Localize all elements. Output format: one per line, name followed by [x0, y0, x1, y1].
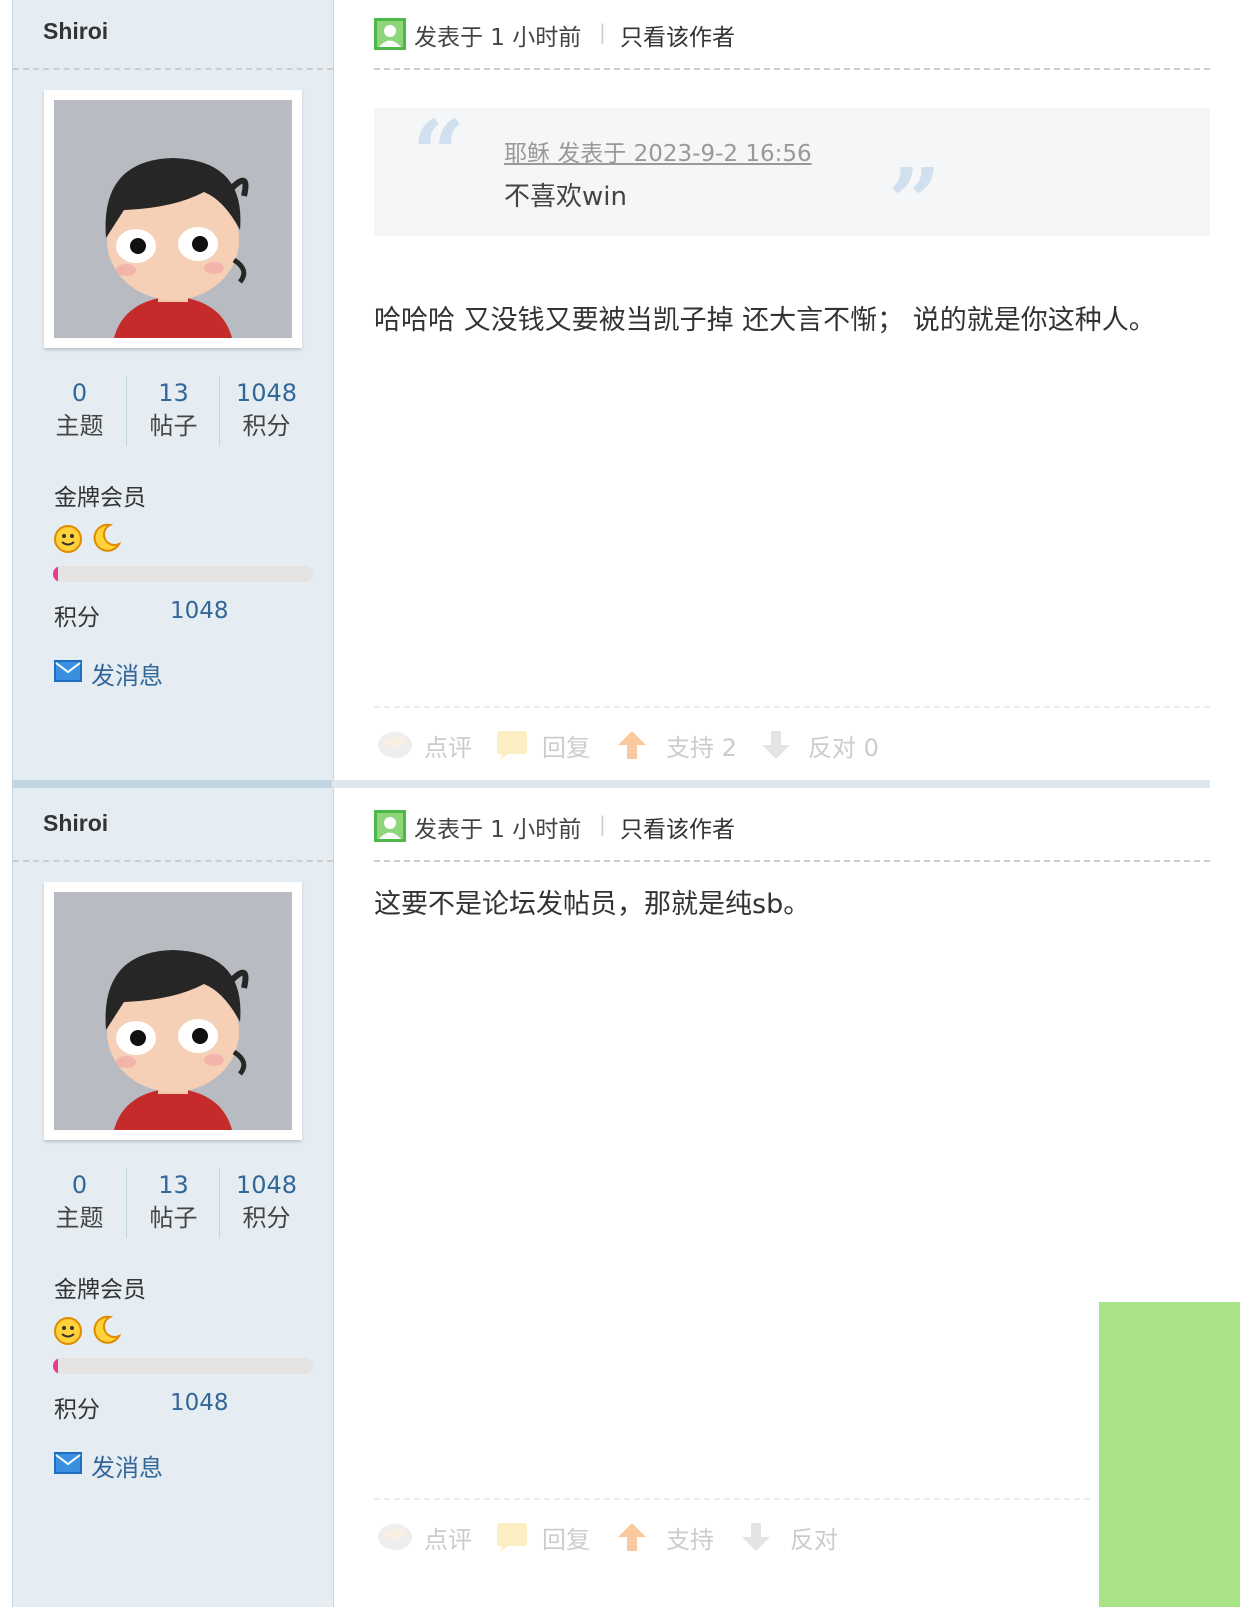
username[interactable]: Shiroi	[43, 18, 108, 45]
user-rank: 金牌会员	[54, 485, 146, 511]
post-2: Shiroi 0 主题 13 帖子 1048 积分 金牌会员 积分 1048 发…	[0, 792, 1240, 1607]
user-profile-panel: Shiroi 0 主题 13 帖子 1048 积分 金牌会员 积分 1048 发…	[12, 792, 334, 1607]
thumb-down-arrow-icon	[762, 731, 790, 759]
support-label: 支持 2	[666, 734, 737, 762]
view-author-only-link[interactable]: 只看该作者	[620, 18, 735, 52]
floating-ad-banner[interactable]	[1099, 1302, 1240, 1607]
credit-label: 积分	[54, 605, 100, 631]
stat-credits[interactable]: 1048 积分	[219, 376, 313, 446]
view-author-only-link[interactable]: 只看该作者	[620, 810, 735, 844]
user-stats: 0 主题 13 帖子 1048 积分	[33, 376, 313, 446]
reply-icon	[497, 731, 527, 760]
meta-separator: |	[599, 20, 606, 44]
level-progress-bar	[53, 566, 313, 582]
level-progress-fill	[53, 566, 59, 582]
stat-posts-label: 帖子	[149, 1204, 198, 1232]
user-rank: 金牌会员	[54, 1277, 146, 1303]
divider	[13, 860, 333, 862]
quote-text: 不喜欢win	[504, 182, 627, 212]
user-online-icon	[374, 18, 406, 50]
comment-label: 点评	[424, 734, 472, 762]
post-body: 哈哈哈 又没钱又要被当凯子掉 还大言不惭； 说的就是你这种人。	[374, 305, 1156, 336]
stat-credits-value: 1048	[235, 379, 298, 407]
envelope-icon	[54, 660, 82, 682]
avatar[interactable]	[44, 90, 302, 348]
send-message-label: 发消息	[91, 1454, 163, 1482]
smiley-icon	[53, 1314, 85, 1346]
stat-threads[interactable]: 0 主题	[33, 376, 126, 446]
stat-posts-label: 帖子	[149, 412, 198, 440]
avatar[interactable]	[44, 882, 302, 1140]
oppose-label: 反对	[790, 1526, 838, 1554]
credit-value[interactable]: 1048	[170, 598, 229, 624]
meta-separator: |	[599, 812, 606, 836]
stat-credits-value: 1048	[235, 1171, 298, 1199]
quote-block: “ 耶稣 发表于 2023-9-2 16:56 不喜欢win ”	[374, 100, 1210, 248]
user-profile-panel: Shiroi 0 主题 13 帖子 1048 积分 金牌会员 积分 1048 发…	[12, 0, 334, 792]
stat-threads-value: 0	[71, 379, 88, 407]
comment-icon	[378, 1524, 412, 1550]
username[interactable]: Shiroi	[43, 810, 108, 837]
stat-credits-label: 积分	[242, 412, 291, 440]
stat-credits[interactable]: 1048 积分	[219, 1168, 313, 1238]
divider	[374, 860, 1210, 862]
rank-icons	[53, 522, 122, 554]
divider	[13, 68, 333, 70]
post-1: Shiroi 0 主题 13 帖子 1048 积分 金牌会员 积分 1048 发…	[0, 0, 1240, 792]
support-label: 支持	[666, 1526, 714, 1554]
close-quote-icon: ”	[888, 148, 941, 256]
credit-label: 积分	[54, 1397, 100, 1423]
thumb-up-arrow-icon	[618, 1523, 646, 1551]
open-quote-icon: “	[412, 100, 465, 208]
credit-value[interactable]: 1048	[170, 1390, 229, 1416]
stat-threads[interactable]: 0 主题	[33, 1168, 126, 1238]
reply-label: 回复	[542, 1526, 590, 1554]
smiley-icon	[53, 522, 85, 554]
comment-label: 点评	[424, 1526, 472, 1554]
posted-time: 发表于 1 小时前	[414, 817, 582, 843]
thumb-down-arrow-icon	[742, 1523, 770, 1551]
stat-posts[interactable]: 13 帖子	[126, 376, 220, 446]
avatar-image	[54, 892, 292, 1130]
avatar-image	[54, 100, 292, 338]
level-progress-fill	[53, 1358, 59, 1374]
stat-posts-value: 13	[158, 379, 189, 407]
user-stats: 0 主题 13 帖子 1048 积分	[33, 1168, 313, 1238]
envelope-icon	[54, 1452, 82, 1474]
quote-source-link[interactable]: 耶稣 发表于 2023-9-2 16:56	[504, 134, 812, 168]
stat-credits-label: 积分	[242, 1204, 291, 1232]
user-online-icon	[374, 810, 406, 842]
reply-icon	[497, 1523, 527, 1552]
divider	[374, 68, 1210, 70]
reply-label: 回复	[542, 734, 590, 762]
stat-posts[interactable]: 13 帖子	[126, 1168, 220, 1238]
thumb-up-arrow-icon	[618, 731, 646, 759]
divider	[374, 1498, 1090, 1500]
moon-icon	[90, 522, 122, 554]
rank-icons	[53, 1314, 122, 1346]
comment-icon	[378, 732, 412, 758]
stat-posts-value: 13	[158, 1171, 189, 1199]
level-progress-bar	[53, 1358, 313, 1374]
divider	[374, 706, 1210, 708]
send-message-label: 发消息	[91, 662, 163, 690]
moon-icon	[90, 1314, 122, 1346]
stat-threads-label: 主题	[55, 1204, 104, 1232]
posted-time: 发表于 1 小时前	[414, 25, 582, 51]
stat-threads-value: 0	[71, 1171, 88, 1199]
post-divider-left	[12, 780, 332, 788]
stat-threads-label: 主题	[55, 412, 104, 440]
oppose-label: 反对 0	[808, 734, 879, 762]
post-body: 这要不是论坛发帖员，那就是纯sb。	[374, 889, 811, 920]
